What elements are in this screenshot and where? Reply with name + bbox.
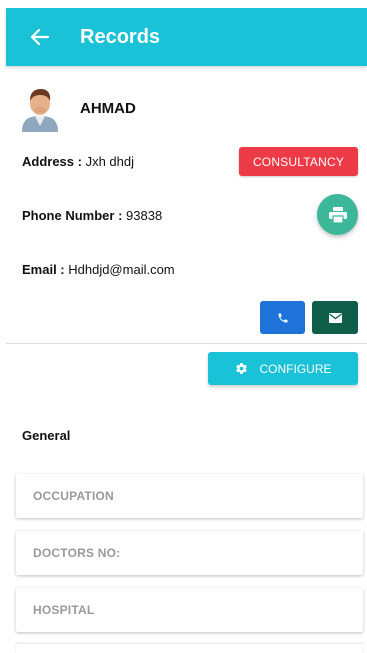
gear-icon [235, 362, 248, 375]
configure-button[interactable]: CONFIGURE [208, 352, 358, 385]
phone-row: Phone Number : 93838 [22, 208, 162, 223]
email-label: Email : [22, 262, 65, 277]
phone-value: 93838 [122, 208, 163, 223]
call-button[interactable] [260, 301, 305, 334]
hospital-field[interactable]: HOSPITAL [16, 588, 363, 632]
email-value: Hdhdjd@mail.com [64, 262, 175, 277]
arrow-left-icon [31, 29, 49, 45]
page-title: Records [80, 25, 161, 48]
phone-icon [278, 313, 287, 322]
print-button[interactable] [317, 194, 358, 235]
section-title-general: General [22, 428, 71, 443]
address-row: Address : Jxh dhdj [22, 154, 134, 169]
printer-icon [328, 206, 347, 223]
patient-name: AHMAD [80, 100, 136, 117]
email-button[interactable] [312, 301, 358, 334]
address-value: Jxh dhdj [81, 154, 135, 169]
address-label: Address : [22, 154, 82, 169]
mail-icon [328, 312, 342, 323]
email-row: Email : Hdhdjd@mail.com [22, 262, 175, 277]
divider [6, 343, 367, 344]
occupation-field[interactable]: OCCUPATION [16, 474, 363, 518]
configure-label: CONFIGURE [259, 361, 332, 376]
back-button[interactable] [28, 25, 52, 49]
app-bar: Records [6, 8, 367, 66]
phone-label: Phone Number : [22, 208, 123, 223]
doctors-no-field[interactable]: DOCTORS NO: [16, 531, 363, 575]
avatar [20, 86, 60, 132]
consultancy-button[interactable]: CONSULTANCY [239, 147, 358, 176]
next-field-edge [16, 644, 363, 653]
